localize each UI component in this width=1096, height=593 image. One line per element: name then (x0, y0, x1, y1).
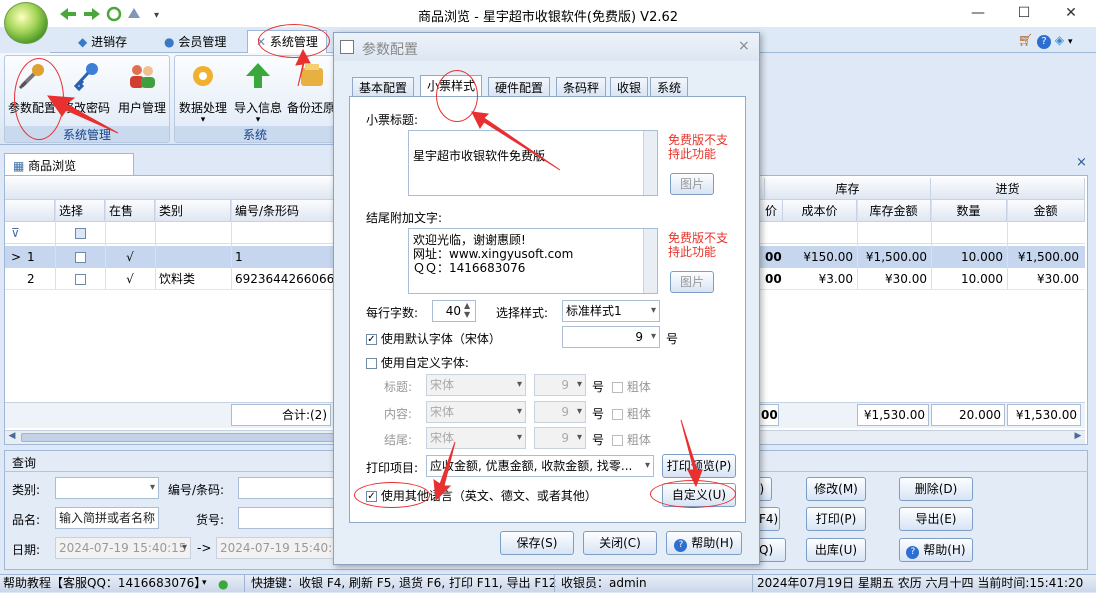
annotation-arrows (46, 48, 703, 502)
